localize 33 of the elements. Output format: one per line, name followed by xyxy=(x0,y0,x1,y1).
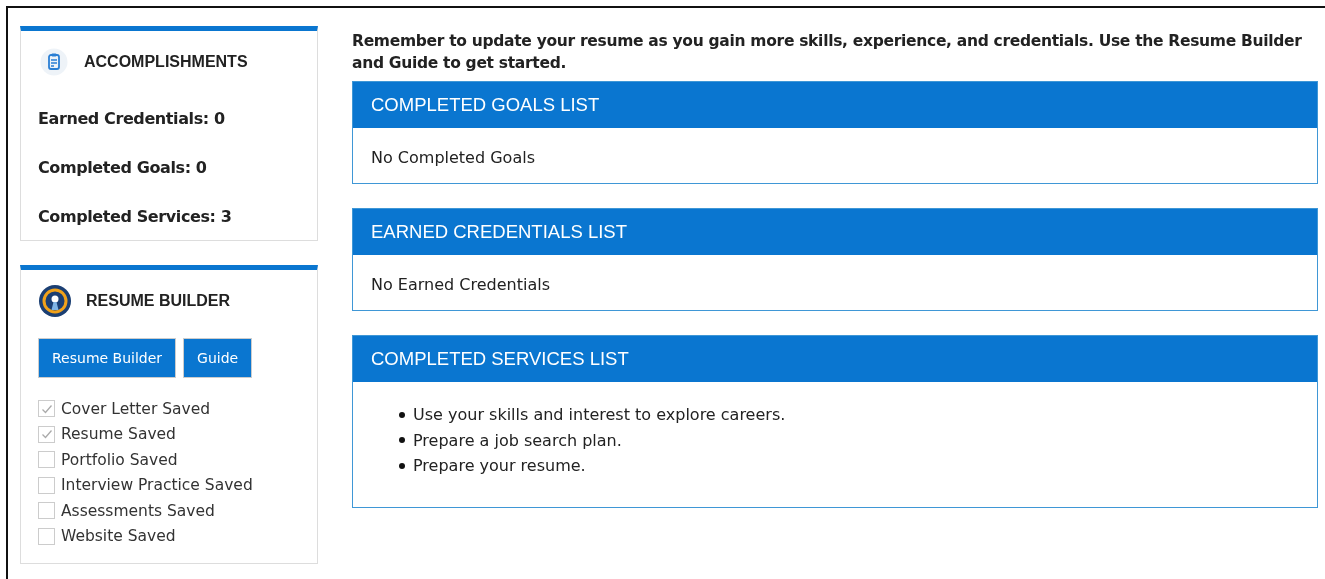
panel-header: EARNED CREDENTIALS LIST xyxy=(353,209,1317,255)
bullet-icon xyxy=(399,462,405,469)
empty-message: No Earned Credentials xyxy=(371,275,550,294)
checkbox-label: Website Saved xyxy=(61,527,176,546)
checkbox[interactable] xyxy=(38,400,55,418)
checkbox-label: Resume Saved xyxy=(61,425,176,444)
list-item: Prepare your resume. xyxy=(413,456,586,476)
checkbox-label: Portfolio Saved xyxy=(61,450,178,469)
list-item: Prepare a job search plan. xyxy=(413,430,622,450)
card-title: RESUME BUILDER xyxy=(86,292,230,310)
checkbox[interactable] xyxy=(38,502,55,520)
empty-message: No Completed Goals xyxy=(371,148,535,167)
action-button[interactable]: Guide xyxy=(183,338,253,378)
intro-text: Remember to update your resume as you gain more skills, experience, and credentials. Use the Resume Builder and Guide to get started. xyxy=(352,31,1303,74)
panel-header: COMPLETED SERVICES LIST xyxy=(353,336,1317,382)
card-title: ACCOMPLISHMENTS xyxy=(84,53,248,71)
stat-label: Completed Services: 3 xyxy=(38,207,233,226)
list-item: Use your skills and interest to explore careers. xyxy=(413,405,786,425)
bullet-icon xyxy=(399,437,405,444)
panel-header: COMPLETED GOALS LIST xyxy=(353,82,1317,128)
stat-label: Completed Goals: 0 xyxy=(38,158,208,177)
checkbox[interactable] xyxy=(38,476,55,494)
action-button[interactable]: Resume Builder xyxy=(38,338,177,378)
checkbox-label: Assessments Saved xyxy=(61,501,215,520)
checkbox-label: Cover Letter Saved xyxy=(61,399,211,418)
checkbox[interactable] xyxy=(38,425,55,443)
podcast-icon xyxy=(38,284,72,318)
checkbox[interactable] xyxy=(38,527,55,545)
checkbox[interactable] xyxy=(38,451,55,469)
checkbox-label: Interview Practice Saved xyxy=(61,476,253,495)
stat-label: Earned Credentials: 0 xyxy=(38,109,226,128)
clipboard-icon xyxy=(40,48,68,76)
bullet-icon xyxy=(399,411,405,418)
